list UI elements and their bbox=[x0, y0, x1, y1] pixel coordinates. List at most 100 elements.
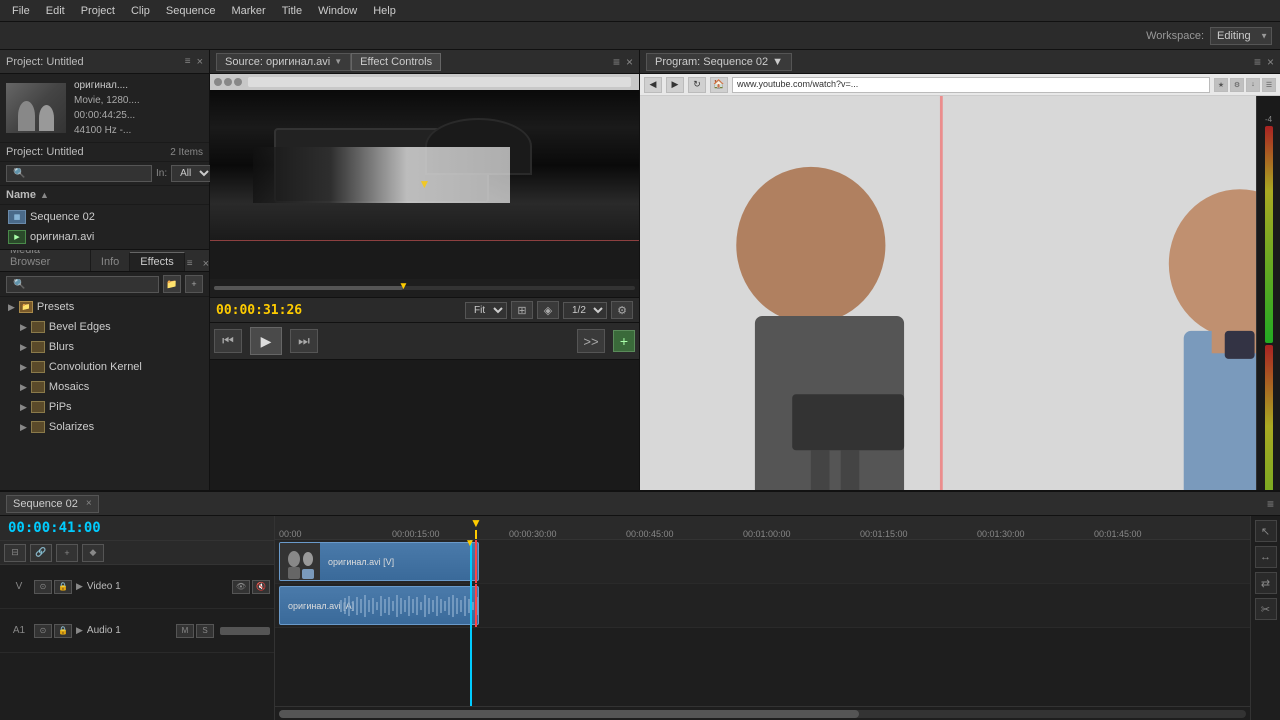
effects-search-input[interactable] bbox=[6, 276, 159, 293]
snap-btn[interactable]: ⊟ bbox=[4, 544, 26, 562]
effects-folder-mosaics[interactable]: ▶ Mosaics bbox=[0, 377, 209, 397]
source-step-fwd-btn[interactable]: ⏭ bbox=[290, 329, 318, 353]
browser-icon-1[interactable]: ★ bbox=[1214, 78, 1228, 92]
add-tracks-btn[interactable]: + bbox=[56, 544, 78, 562]
source-fit-select[interactable]: Fit bbox=[465, 302, 507, 319]
source-scrub-bar[interactable]: ▼ bbox=[210, 279, 639, 297]
menu-marker[interactable]: Marker bbox=[223, 3, 273, 19]
ruler-mark-4: 00:01:00:00 bbox=[743, 529, 791, 539]
menu-sequence[interactable]: Sequence bbox=[158, 3, 224, 19]
audio-lock-btn[interactable]: 🔒 bbox=[54, 624, 72, 638]
menu-window[interactable]: Window bbox=[310, 3, 365, 19]
effects-folder-pips[interactable]: ▶ PiPs bbox=[0, 397, 209, 417]
video-track-row[interactable]: оригинал.avi [V] bbox=[275, 540, 1250, 584]
source-play-btn[interactable]: ▶ bbox=[250, 327, 282, 355]
menu-project[interactable]: Project bbox=[73, 3, 123, 19]
new-effect-btn[interactable]: + bbox=[185, 275, 203, 293]
timeline-title-btn[interactable]: Sequence 02 × bbox=[6, 495, 99, 513]
project-search-input[interactable] bbox=[6, 165, 152, 182]
in-select[interactable]: All bbox=[171, 165, 213, 182]
workspace-select[interactable]: Editing bbox=[1210, 27, 1272, 45]
timeline-ruler-area: 00:00 00:00:15:00 00:00:30:00 00:00:45:0… bbox=[275, 516, 1250, 720]
source-add-btn[interactable]: + bbox=[613, 330, 635, 352]
source-title-btn[interactable]: Source: оригинал.avi ▼ bbox=[216, 53, 351, 71]
audio-track-label: A1 bbox=[4, 625, 34, 636]
source-output-btn[interactable]: ◈ bbox=[537, 301, 559, 319]
audio-clip-block[interactable]: оригинал.avi [A] bbox=[279, 586, 479, 625]
timeline-scrollbar-track[interactable] bbox=[279, 710, 1246, 718]
timeline-tab-close[interactable]: × bbox=[86, 498, 92, 509]
effects-folder-presets[interactable]: ▶ 📁 Presets bbox=[0, 297, 209, 317]
audio-hide-btn[interactable]: M bbox=[176, 624, 194, 638]
program-title-btn[interactable]: Program: Sequence 02 ▼ bbox=[646, 53, 792, 71]
program-monitor-close[interactable]: × bbox=[1267, 55, 1274, 69]
audio-solo-btn[interactable]: S bbox=[196, 624, 214, 638]
source-monitor-close[interactable]: × bbox=[626, 55, 633, 69]
browser-icon-3[interactable]: ↓ bbox=[1246, 78, 1260, 92]
program-title-label: Program: Sequence 02 bbox=[655, 56, 768, 68]
folder-presets-label: Presets bbox=[37, 301, 74, 313]
source-safe-margins-btn[interactable]: ⊞ bbox=[511, 301, 533, 319]
tool-ripple[interactable]: ↔ bbox=[1255, 546, 1277, 568]
video-hide-btn[interactable]: 👁 bbox=[232, 580, 250, 594]
tool-razor[interactable]: ✂ bbox=[1255, 598, 1277, 620]
source-step-back-btn[interactable]: ⏮ bbox=[214, 329, 242, 353]
project-panel-menu[interactable]: ≡ bbox=[183, 54, 193, 69]
video-lock-btn[interactable]: 🔒 bbox=[54, 580, 72, 594]
browser-icon-4[interactable]: ☰ bbox=[1262, 78, 1276, 92]
video-clip-block[interactable]: оригинал.avi [V] bbox=[279, 542, 479, 581]
tab-media-browser[interactable]: Media Browser bbox=[0, 249, 91, 271]
timeline-panel-menu[interactable]: ≡ bbox=[1267, 497, 1274, 511]
tool-rate[interactable]: ⇄ bbox=[1255, 572, 1277, 594]
audio-sync-btn[interactable]: ⊙ bbox=[34, 624, 52, 638]
video-mute-btn[interactable]: 🔇 bbox=[252, 580, 270, 594]
browser-fwd-btn[interactable]: ▶ bbox=[666, 77, 684, 93]
source-settings-btn[interactable]: ⚙ bbox=[611, 301, 633, 319]
browser-refresh-btn[interactable]: ↻ bbox=[688, 77, 706, 93]
tool-select[interactable]: ↖ bbox=[1255, 520, 1277, 542]
list-item-sequence[interactable]: ▦ Sequence 02 bbox=[0, 207, 209, 227]
audio-track-control: A1 ⊙ 🔒 ▶ Audio 1 M S bbox=[0, 609, 274, 653]
list-item-avi[interactable]: ▶ оригинал.avi bbox=[0, 227, 209, 247]
effects-folder-convolution[interactable]: ▶ Convolution Kernel bbox=[0, 357, 209, 377]
browser-home-btn[interactable]: 🏠 bbox=[710, 77, 728, 93]
effects-panel-close[interactable]: × bbox=[203, 258, 209, 270]
workspace-bar: Workspace: Editing bbox=[0, 22, 1280, 50]
timeline-scrollbar[interactable] bbox=[275, 706, 1250, 720]
audio-track-row[interactable]: оригинал.avi [A] bbox=[275, 584, 1250, 628]
project-panel-close[interactable]: × bbox=[197, 56, 203, 68]
ruler-mark-0: 00:00 bbox=[279, 529, 302, 539]
tab-info[interactable]: Info bbox=[91, 253, 130, 271]
program-monitor-menu[interactable]: ≡ bbox=[1254, 55, 1261, 69]
audio-volume-bar[interactable] bbox=[220, 627, 270, 635]
source-monitor-menu[interactable]: ≡ bbox=[613, 55, 620, 69]
source-quality-select[interactable]: 1/2 bbox=[563, 302, 607, 319]
effects-panel-menu[interactable]: ≡ bbox=[185, 256, 195, 271]
linked-btn[interactable]: 🔗 bbox=[30, 544, 52, 562]
effects-folder-bevel[interactable]: ▶ Bevel Edges bbox=[0, 317, 209, 337]
project-thumb-image bbox=[6, 83, 66, 133]
workspace-dropdown[interactable]: Editing bbox=[1210, 27, 1272, 45]
effect-controls-tab[interactable]: Effect Controls bbox=[351, 53, 441, 71]
menu-clip[interactable]: Clip bbox=[123, 3, 158, 19]
project-meta-audio: 44100 Hz -... bbox=[74, 123, 140, 138]
timeline-scrollbar-thumb[interactable] bbox=[279, 710, 859, 718]
video-clip-cut-line bbox=[475, 540, 477, 583]
menu-title[interactable]: Title bbox=[274, 3, 310, 19]
effects-folder-blurs[interactable]: ▶ Blurs bbox=[0, 337, 209, 357]
menu-file[interactable]: File bbox=[4, 3, 38, 19]
tab-effects[interactable]: Effects bbox=[130, 252, 184, 271]
menu-help[interactable]: Help bbox=[365, 3, 404, 19]
browser-icon-2[interactable]: ⚙ bbox=[1230, 78, 1244, 92]
effects-folder-solarizes[interactable]: ▶ Solarizes bbox=[0, 417, 209, 437]
video-sync-btn[interactable]: ⊙ bbox=[34, 580, 52, 594]
menu-edit[interactable]: Edit bbox=[38, 3, 73, 19]
browser-url-bar[interactable]: www.youtube.com/watch?v=... bbox=[732, 77, 1210, 93]
browser-back-btn[interactable]: ◀ bbox=[644, 77, 662, 93]
source-fast-fwd-btn[interactable]: >> bbox=[577, 329, 605, 353]
marker-btn[interactable]: ◆ bbox=[82, 544, 104, 562]
source-scrub-track[interactable]: ▼ bbox=[214, 286, 635, 290]
timeline-ruler[interactable]: 00:00 00:00:15:00 00:00:30:00 00:00:45:0… bbox=[275, 516, 1250, 540]
sequence-label: Sequence 02 bbox=[30, 211, 95, 223]
new-folder-btn[interactable]: 📁 bbox=[163, 275, 181, 293]
